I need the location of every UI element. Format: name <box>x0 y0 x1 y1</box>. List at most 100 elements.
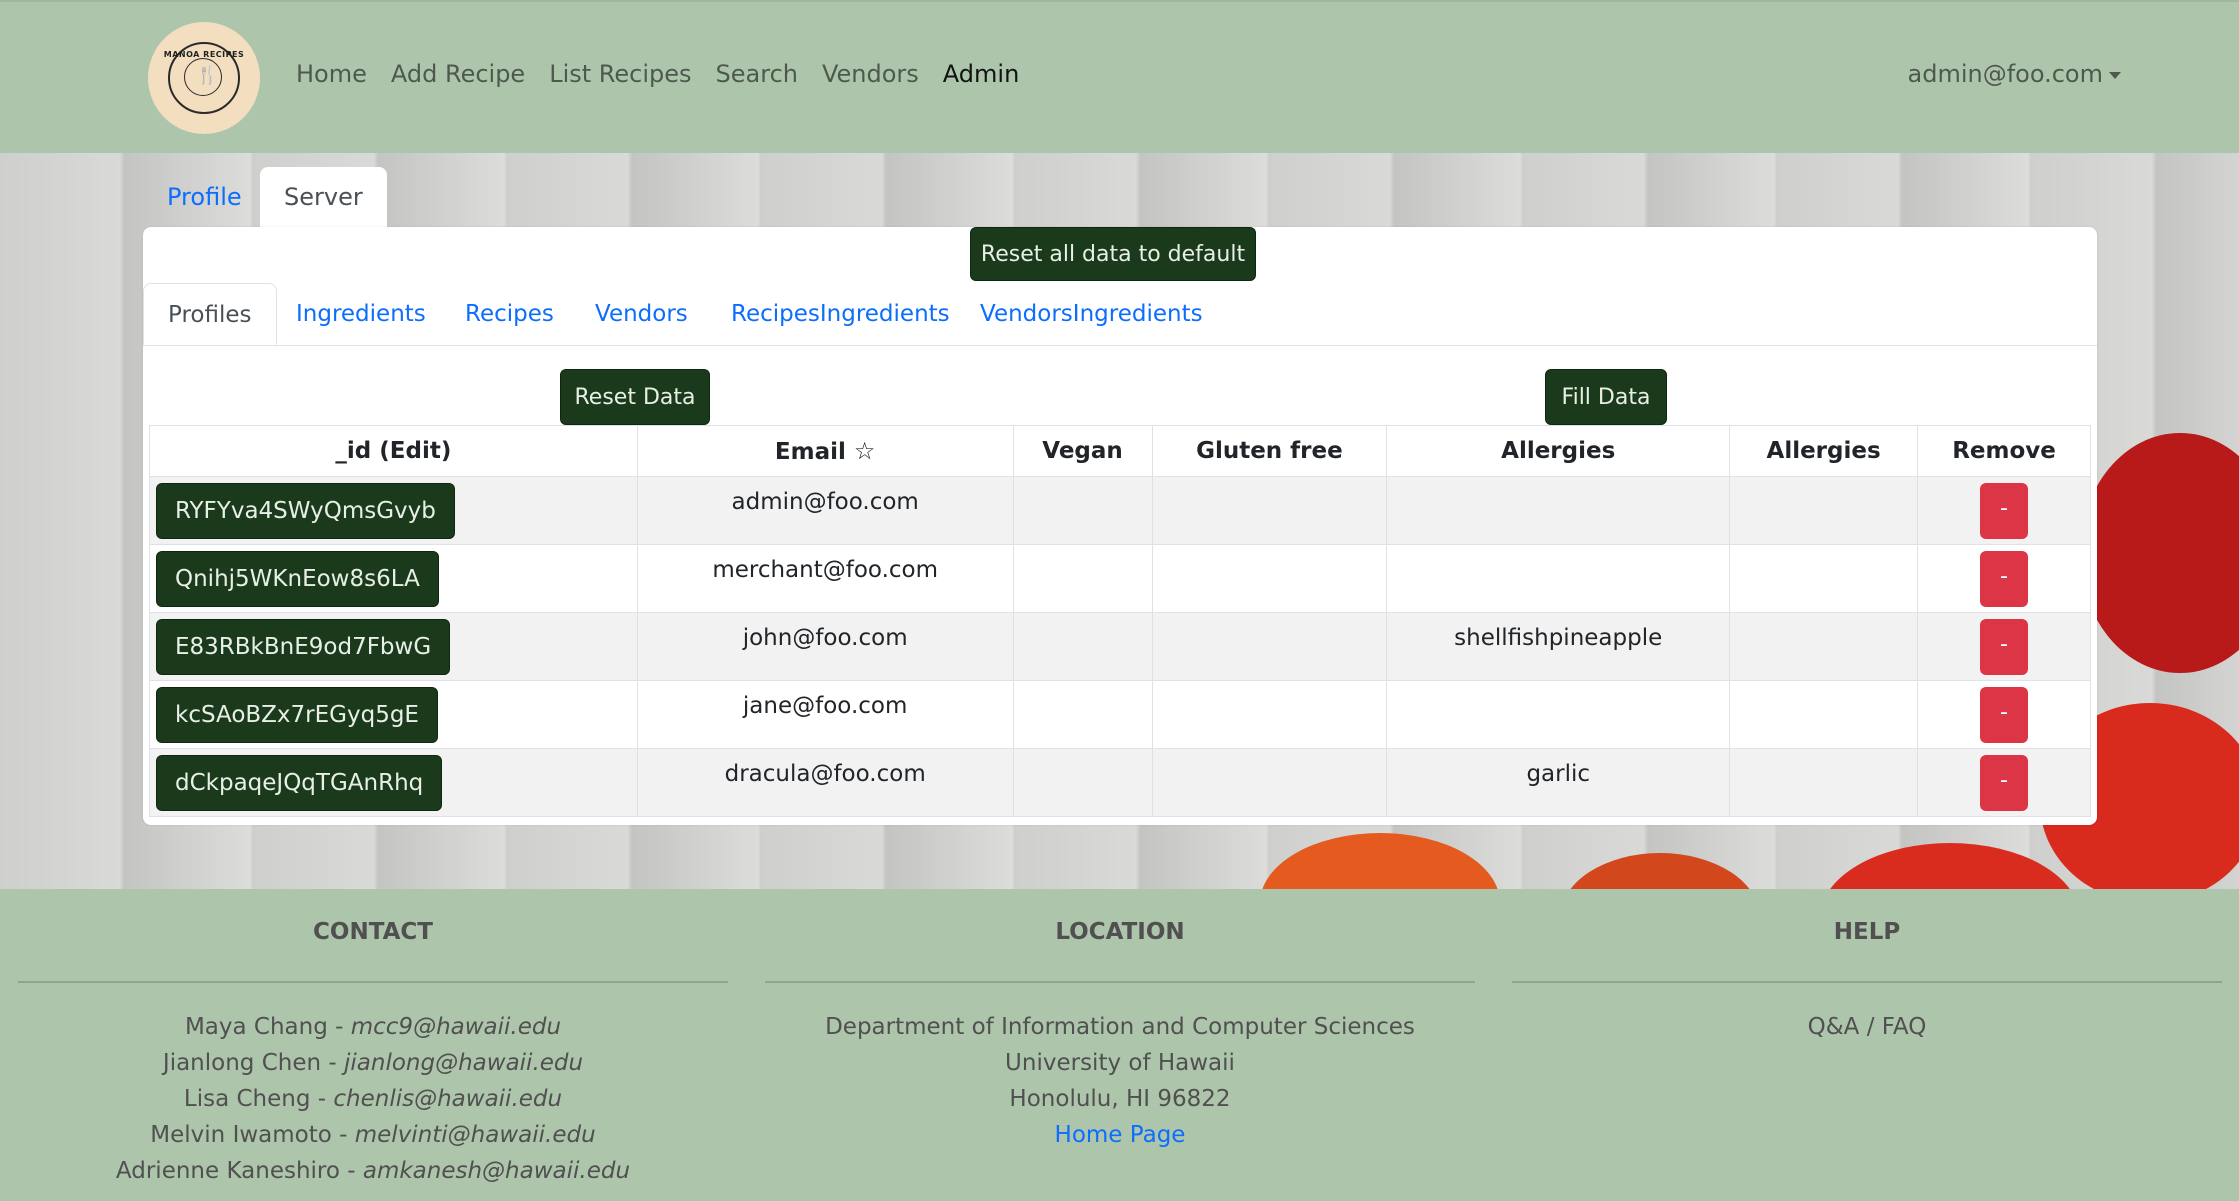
navbar: MANOA RECIPES 🍴 Home Add Recipe List Rec… <box>0 0 2239 153</box>
logo-text: MANOA RECIPES <box>163 50 245 59</box>
email-cell: john@foo.com <box>636 612 1014 681</box>
remove-button[interactable]: - <box>1980 483 2029 539</box>
contact-name: Adrienne Kaneshiro - <box>115 1158 363 1184</box>
remove-button[interactable]: - <box>1980 551 2029 607</box>
contact-name: Lisa Cheng - <box>183 1086 334 1112</box>
remove-button[interactable]: - <box>1980 687 2029 743</box>
contact-email: mcc9@hawaii.edu <box>350 1014 562 1040</box>
footer-contact-title: CONTACT <box>313 919 433 945</box>
header-allergies-2: Allergies <box>1729 425 1919 477</box>
contact-email: melvinti@hawaii.edu <box>354 1122 596 1148</box>
email-cell: dracula@foo.com <box>636 748 1014 817</box>
tab-server-data[interactable]: Server Data <box>260 167 387 271</box>
collection-tabs: Profiles Ingredients Recipes Vendors Rec… <box>143 283 2097 346</box>
gluten-cell <box>1151 476 1388 545</box>
allergies2-cell <box>1729 476 1919 545</box>
allergies-cell: shellfishpineapple <box>1386 612 1731 681</box>
nav-home[interactable]: Home <box>296 60 367 88</box>
email-cell: merchant@foo.com <box>636 544 1014 613</box>
remove-cell: - <box>1917 544 2091 613</box>
location-line: University of Hawaii <box>1005 1050 1235 1076</box>
footer: CONTACT Maya Chang - mcc9@hawaii.edu Jia… <box>0 889 2239 1201</box>
table-row: kcSAoBZx7rEGyq5gE jane@foo.com - <box>149 680 2091 749</box>
id-cell: kcSAoBZx7rEGyq5gE <box>149 680 638 749</box>
contact-email: amkanesh@hawaii.edu <box>362 1158 631 1184</box>
divider <box>1512 981 2222 983</box>
allergies-cell <box>1386 680 1731 749</box>
allergies-cell <box>1386 476 1731 545</box>
tab-ingredients[interactable]: Ingredients <box>296 283 426 345</box>
contact-line: Jianlong Chen - jianlong@hawaii.edu <box>18 1045 728 1081</box>
tab-recipes-ingredients[interactable]: RecipesIngredients <box>731 283 950 345</box>
home-page-link[interactable]: Home Page <box>765 1117 1475 1153</box>
footer-contact: CONTACT Maya Chang - mcc9@hawaii.edu Jia… <box>18 889 728 1189</box>
reset-all-button[interactable]: Reset all data to default <box>970 227 1256 281</box>
tab-profile[interactable]: Profile <box>143 167 266 227</box>
vegan-cell <box>1012 476 1153 545</box>
footer-location: LOCATION Department of Information and C… <box>765 889 1475 1153</box>
nav-admin[interactable]: Admin <box>943 60 1020 88</box>
contact-name: Jianlong Chen - <box>162 1050 344 1076</box>
header-id: _id (Edit) <box>149 425 638 477</box>
user-email: admin@foo.com <box>1907 60 2103 88</box>
edit-id-button[interactable]: dCkpaqeJQqTGAnRhq <box>156 755 443 811</box>
gluten-cell <box>1151 544 1388 613</box>
logo[interactable]: MANOA RECIPES 🍴 <box>148 22 260 134</box>
nav-list-recipes[interactable]: List Recipes <box>549 60 691 88</box>
nav-vendors[interactable]: Vendors <box>822 60 919 88</box>
header-remove: Remove <box>1917 425 2091 477</box>
star-icon[interactable]: ☆ <box>854 437 876 465</box>
footer-help-title: HELP <box>1833 919 1901 945</box>
header-email[interactable]: Email ☆ <box>636 425 1014 477</box>
user-dropdown[interactable]: admin@foo.com <box>1908 60 2121 88</box>
tab-profiles[interactable]: Profiles <box>143 283 277 345</box>
gluten-cell <box>1151 748 1388 817</box>
contact-line: Adrienne Kaneshiro - amkanesh@hawaii.edu <box>18 1153 728 1189</box>
footer-location-title: LOCATION <box>1055 919 1185 945</box>
nav-links: Home Add Recipe List Recipes Search Vend… <box>296 60 1019 88</box>
tab-vendors[interactable]: Vendors <box>595 283 688 345</box>
location-line: Department of Information and Computer S… <box>825 1014 1415 1040</box>
fork-icon: 🍴 <box>196 65 219 86</box>
id-cell: dCkpaqeJQqTGAnRhq <box>149 748 638 817</box>
tab-recipes[interactable]: Recipes <box>465 283 554 345</box>
edit-id-button[interactable]: kcSAoBZx7rEGyq5gE <box>156 687 438 743</box>
vegan-cell <box>1012 612 1153 681</box>
allergies2-cell <box>1729 544 1919 613</box>
email-cell: jane@foo.com <box>636 680 1014 749</box>
server-data-card: Reset all data to default Profiles Ingre… <box>143 227 2097 825</box>
bg-vegetable <box>2080 433 2239 673</box>
edit-id-button[interactable]: Qnihj5WKnEow8s6LA <box>156 551 439 607</box>
id-cell: Qnihj5WKnEow8s6LA <box>149 544 638 613</box>
remove-button[interactable]: - <box>1980 755 2029 811</box>
contact-line: Melvin Iwamoto - melvinti@hawaii.edu <box>18 1117 728 1153</box>
vegan-cell <box>1012 748 1153 817</box>
nav-add-recipe[interactable]: Add Recipe <box>391 60 525 88</box>
vegan-cell <box>1012 680 1153 749</box>
id-cell: E83RBkBnE9od7FbwG <box>149 612 638 681</box>
fill-data-button[interactable]: Fill Data <box>1545 369 1667 425</box>
edit-id-button[interactable]: RYFYva4SWyQmsGvyb <box>156 483 455 539</box>
tab-vendors-ingredients[interactable]: VendorsIngredients <box>980 283 1203 345</box>
location-line: Honolulu, HI 96822 <box>1009 1086 1231 1112</box>
remove-cell: - <box>1917 748 2091 817</box>
vegan-cell <box>1012 544 1153 613</box>
caret-down-icon <box>2109 71 2121 79</box>
divider <box>18 981 728 983</box>
table-row: RYFYva4SWyQmsGvyb admin@foo.com - <box>149 476 2091 545</box>
faq-link[interactable]: Q&A / FAQ <box>1512 1009 2222 1045</box>
table-row: dCkpaqeJQqTGAnRhq dracula@foo.com garlic… <box>149 748 2091 817</box>
remove-button[interactable]: - <box>1980 619 2029 675</box>
contact-name: Maya Chang - <box>184 1014 351 1040</box>
gluten-cell <box>1151 612 1388 681</box>
edit-id-button[interactable]: E83RBkBnE9od7FbwG <box>156 619 451 675</box>
allergies2-cell <box>1729 748 1919 817</box>
reset-data-button[interactable]: Reset Data <box>560 369 710 425</box>
contact-line: Maya Chang - mcc9@hawaii.edu <box>18 1009 728 1045</box>
allergies2-cell <box>1729 680 1919 749</box>
nav-search[interactable]: Search <box>716 60 798 88</box>
footer-help: HELP Q&A / FAQ <box>1512 889 2222 1045</box>
header-allergies: Allergies <box>1386 425 1731 477</box>
contact-email: chenlis@hawaii.edu <box>333 1086 563 1112</box>
contact-line: Lisa Cheng - chenlis@hawaii.edu <box>18 1081 728 1117</box>
